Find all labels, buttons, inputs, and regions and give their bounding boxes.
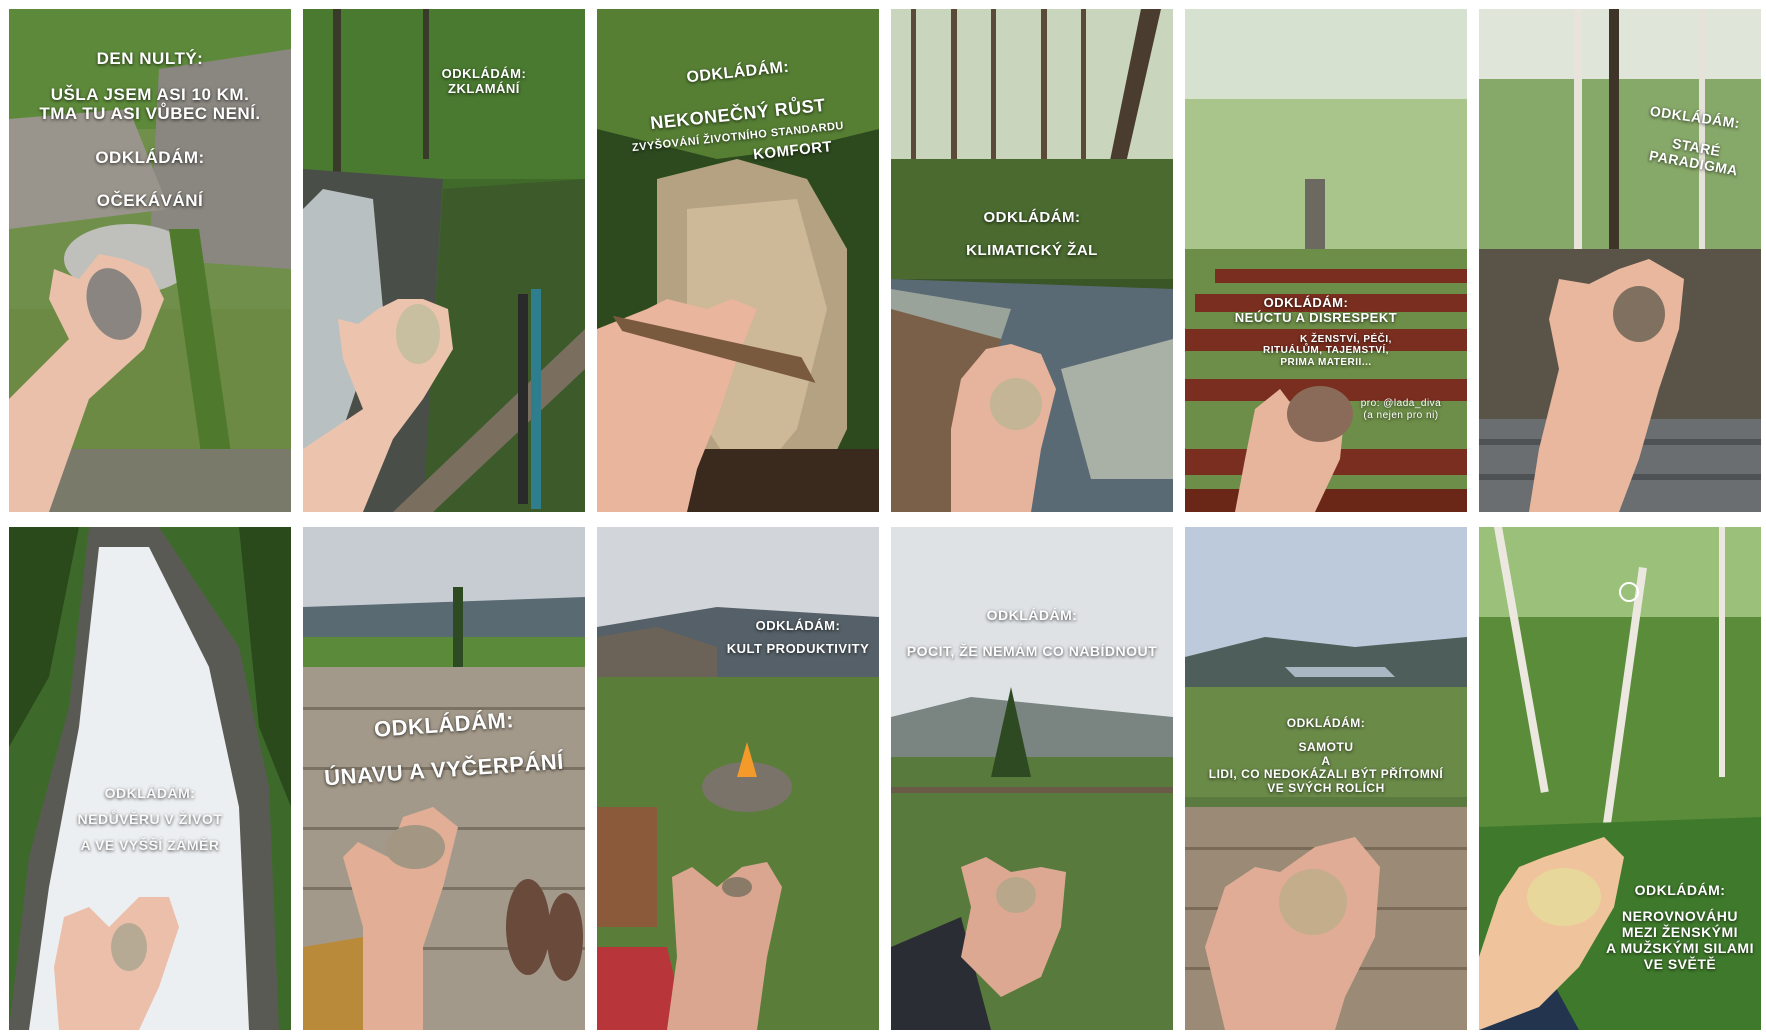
hand-with-stone bbox=[667, 862, 782, 1030]
photo-tile-7: ODKLÁDÁM: NEDŮVĚRU V ŽIVOT A VE VYŠŠÍ ZÁ… bbox=[9, 527, 291, 1030]
photo-tile-6: ODKLÁDÁM: STARÉ PARADIGMA bbox=[1479, 9, 1761, 512]
hand-with-stone bbox=[597, 299, 816, 512]
hand-with-stone bbox=[343, 807, 458, 1030]
hand-with-stone bbox=[54, 897, 179, 1030]
photo-tile-9: ODKLÁDÁM: KULT PRODUKTIVITY bbox=[597, 527, 879, 1030]
photo-tile-12: ODKLÁDÁM: NEROVNOVÁHU MEZI ŽENSKÝMI A MU… bbox=[1479, 527, 1761, 1030]
photo-tile-8: ODKLÁDÁM: ÚNAVU A VYČERPÁNÍ bbox=[303, 527, 585, 1030]
hand-with-stone bbox=[1205, 837, 1380, 1030]
hand-with-stone bbox=[951, 344, 1056, 512]
photo-tile-10: ODKLÁDÁM: POCIT, ŽE NEMÁM CO NABÍDNOUT bbox=[891, 527, 1173, 1030]
photo-collage: DEN NULTÝ: UŠLA JSEM ASI 10 KM. TMA TU A… bbox=[9, 9, 1761, 1030]
photo-tile-1: DEN NULTÝ: UŠLA JSEM ASI 10 KM. TMA TU A… bbox=[9, 9, 291, 512]
photo-tile-5: ODKLÁDÁM: NEÚCTU A DISRESPEKT K ŽENSTVÍ,… bbox=[1185, 9, 1467, 512]
photo-tile-11: ODKLÁDÁM: SAMOTU A LIDI, CO NEDOKÁZALI B… bbox=[1185, 527, 1467, 1030]
hand-with-stone bbox=[961, 857, 1066, 997]
photo-tile-2: ODKLÁDÁM: ZKLAMÁNÍ bbox=[303, 9, 585, 512]
hand-with-stone bbox=[1235, 386, 1353, 512]
hand-with-stone bbox=[1479, 837, 1624, 1030]
hand-with-stone bbox=[1529, 259, 1684, 512]
photo-tile-4: ODKLÁDÁM: KLIMATICKÝ ŽAL bbox=[891, 9, 1173, 512]
hand-with-stone bbox=[9, 254, 164, 512]
hand-with-stone bbox=[303, 299, 453, 512]
photo-tile-3: ODKLÁDÁM: NEKONEČNÝ RŮST ZVYŠOVÁNÍ ŽIVOT… bbox=[597, 9, 879, 512]
